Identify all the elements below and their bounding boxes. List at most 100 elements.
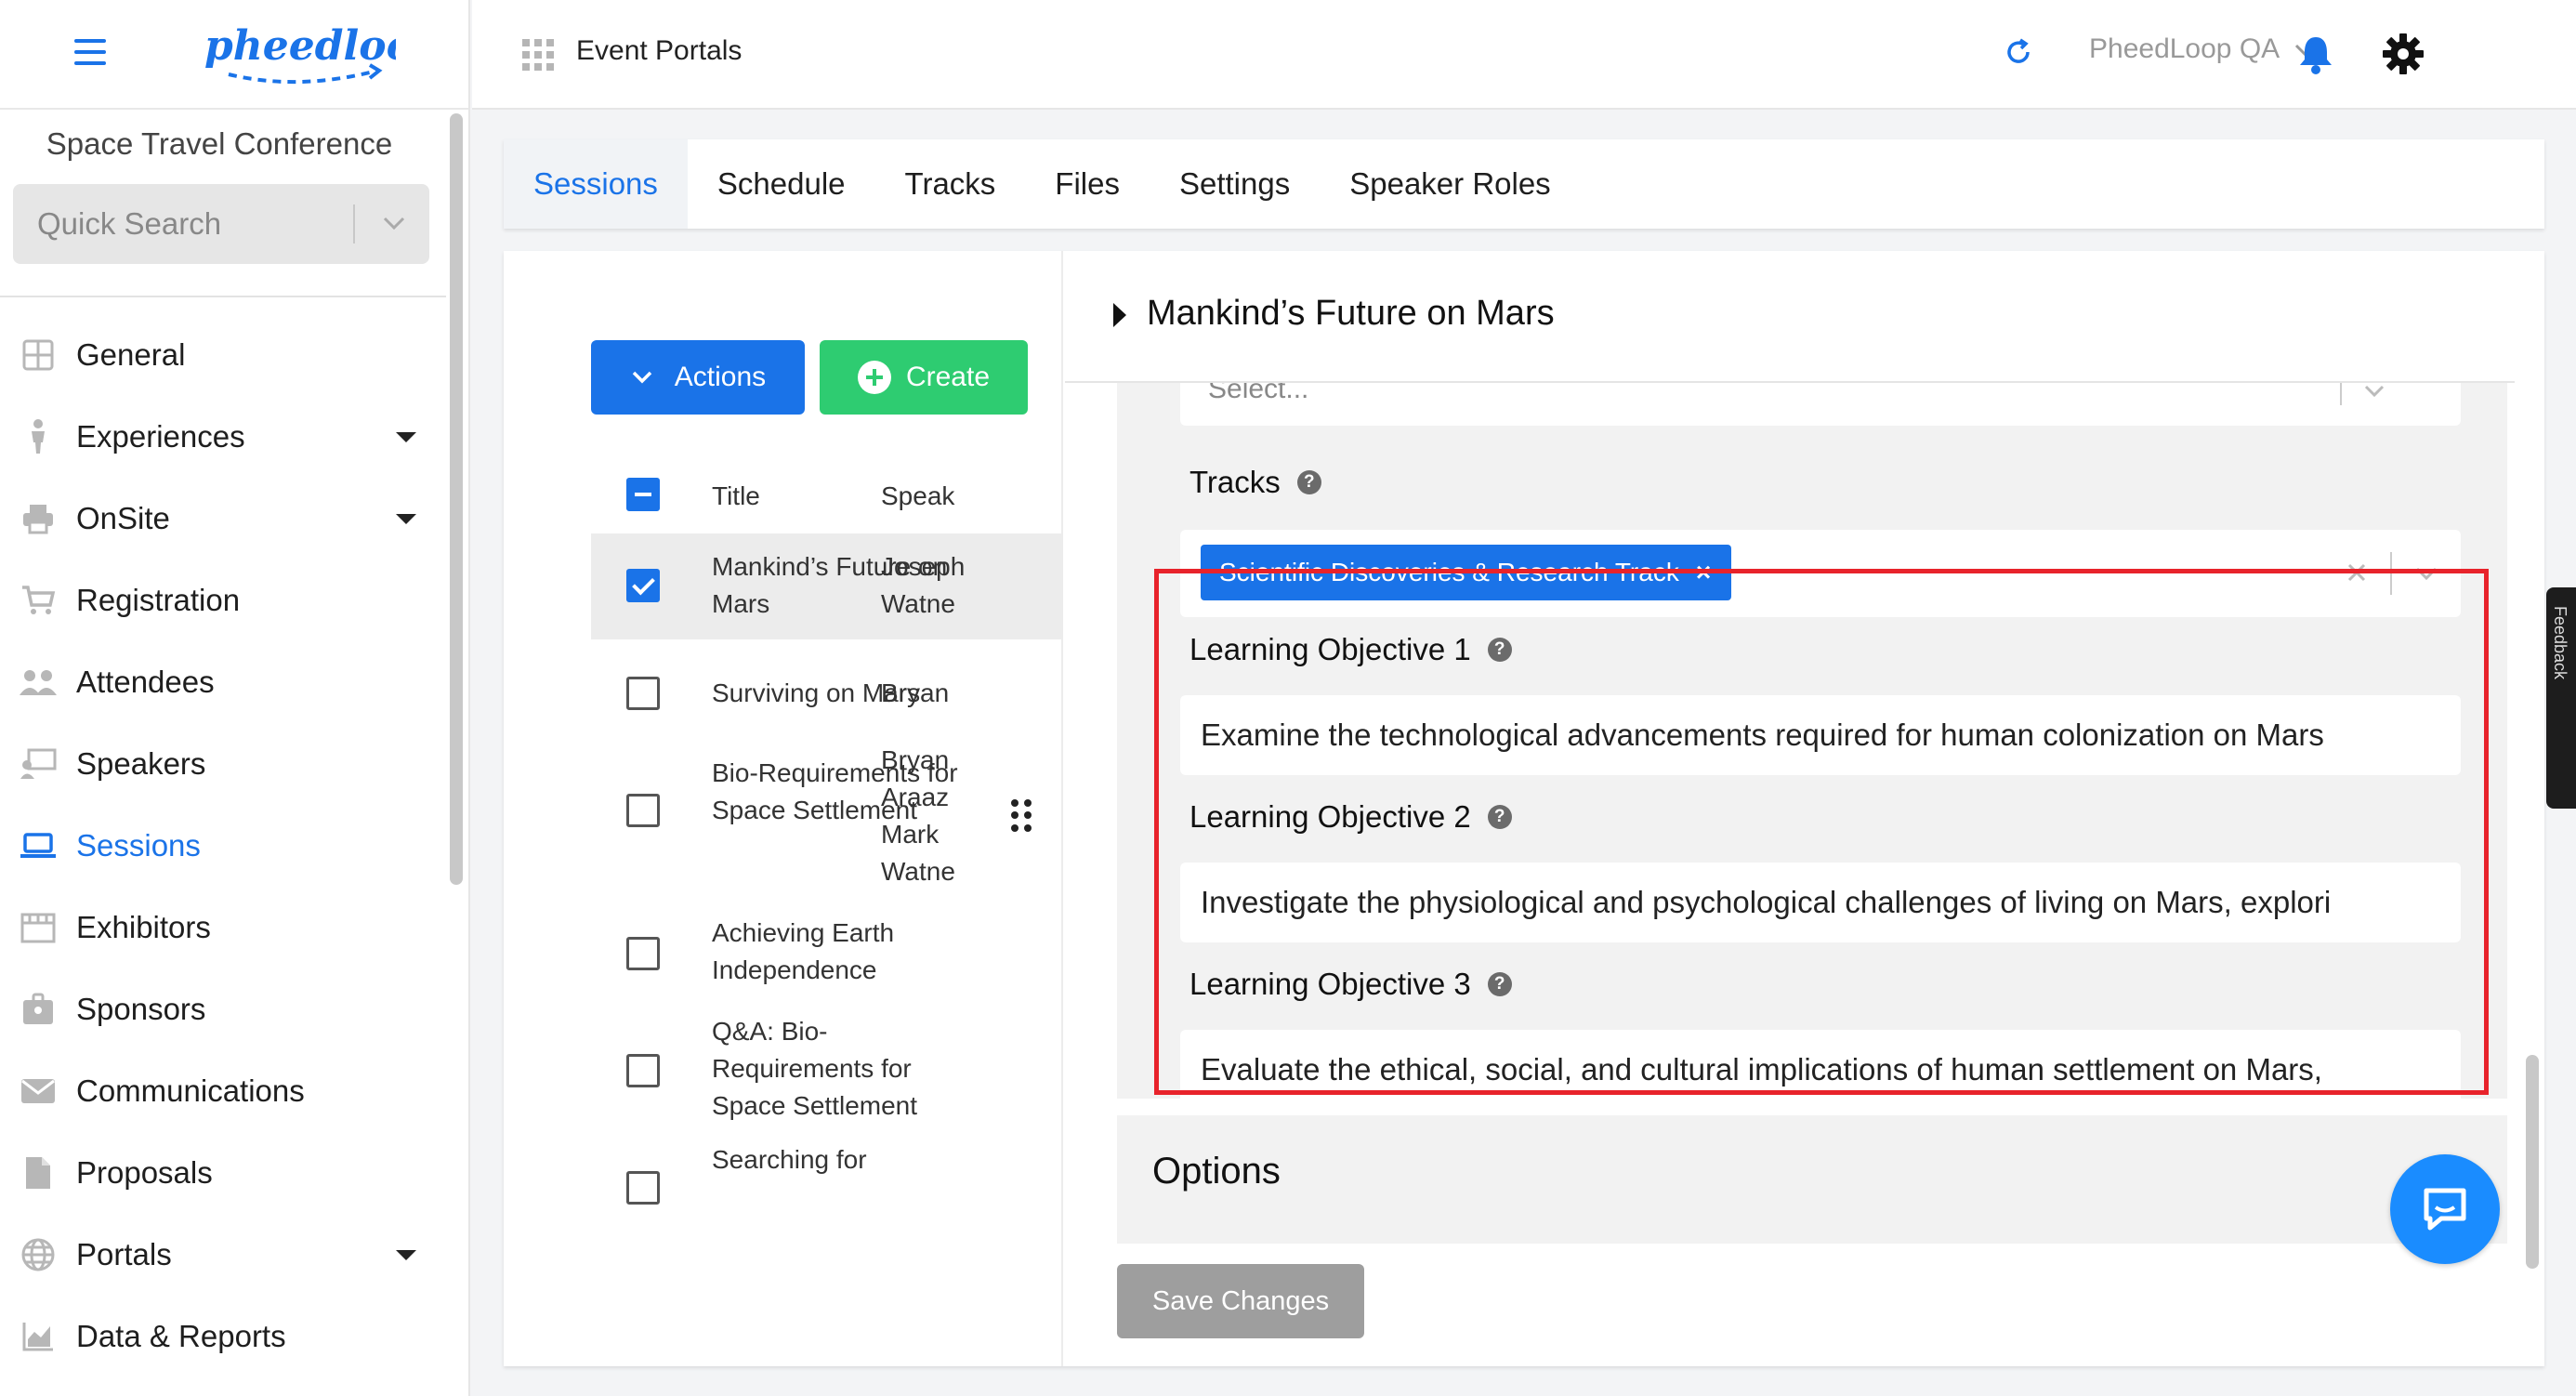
session-title[interactable]: Q&A: Bio-Requirements for Space Settleme… bbox=[712, 1013, 961, 1125]
sidebar-item-speakers[interactable]: Speakers bbox=[0, 723, 446, 805]
table-row[interactable]: Searching for bbox=[591, 1141, 1061, 1205]
row-checkbox[interactable] bbox=[626, 677, 660, 710]
people-icon bbox=[19, 663, 58, 702]
sidebar-item-portals[interactable]: Portals bbox=[0, 1214, 446, 1296]
tab-settings[interactable]: Settings bbox=[1150, 139, 1320, 229]
sidebar-item-sponsors[interactable]: Sponsors bbox=[0, 968, 446, 1050]
select-all-checkbox[interactable] bbox=[626, 478, 660, 511]
chart-icon bbox=[19, 1317, 58, 1356]
sidebar-nav: General Experiences OnSite Registration … bbox=[0, 314, 446, 1377]
sidebar-item-experiences[interactable]: Experiences bbox=[0, 396, 446, 478]
tab-schedule[interactable]: Schedule bbox=[688, 139, 875, 229]
sidebar-item-label: Exhibitors bbox=[76, 910, 211, 944]
row-checkbox[interactable] bbox=[626, 569, 660, 602]
table-row[interactable]: Q&A: Bio-Requirements for Space Settleme… bbox=[591, 1013, 1061, 1141]
sidebar-item-general[interactable]: General bbox=[0, 314, 446, 396]
sidebar-item-sessions[interactable]: Sessions bbox=[0, 805, 446, 887]
tab-speaker-roles[interactable]: Speaker Roles bbox=[1320, 139, 1580, 229]
table-row[interactable]: Achieving Earth Independence bbox=[591, 890, 1061, 1015]
sidebar-item-label: Portals bbox=[76, 1237, 172, 1271]
document-icon bbox=[19, 1153, 58, 1192]
session-speaker: Bryan Araaz Mark Watne bbox=[881, 745, 955, 886]
create-button[interactable]: Create bbox=[820, 340, 1028, 415]
sidebar-scrollbar[interactable] bbox=[450, 113, 463, 885]
portal-title[interactable]: Event Portals bbox=[576, 35, 742, 67]
row-checkbox[interactable] bbox=[626, 794, 660, 827]
session-title[interactable]: Searching for bbox=[712, 1141, 961, 1179]
pheedloop-logo[interactable]: pheedloop bbox=[201, 17, 396, 91]
select-dropdown[interactable]: Select... bbox=[1180, 374, 2461, 426]
sidebar-item-label: Attendees bbox=[76, 665, 215, 699]
tab-files[interactable]: Files bbox=[1025, 139, 1150, 229]
table-row[interactable]: Mankind’s Future on Mars Joseph Watne bbox=[591, 533, 1061, 639]
event-name: Space Travel Conference bbox=[46, 126, 393, 161]
table-row[interactable]: Bio-Requirements for Space Settlement Br… bbox=[591, 745, 1061, 890]
sidebar-item-label: OnSite bbox=[76, 501, 170, 535]
quick-search-separator bbox=[353, 204, 355, 244]
sidebar-item-label: Proposals bbox=[76, 1155, 213, 1190]
sidebar-item-attendees[interactable]: Attendees bbox=[0, 641, 446, 723]
column-header-speaker[interactable]: Speak bbox=[881, 481, 954, 511]
feedback-label: Feedback bbox=[2551, 606, 2569, 680]
sidebar-item-registration[interactable]: Registration bbox=[0, 560, 446, 641]
sidebar-item-exhibitors[interactable]: Exhibitors bbox=[0, 887, 446, 968]
tracks-label-text: Tracks bbox=[1189, 465, 1281, 499]
row-checkbox[interactable] bbox=[626, 937, 660, 970]
column-header-title[interactable]: Title bbox=[712, 481, 760, 511]
sidebar-item-label: Speakers bbox=[76, 746, 206, 781]
apps-grid-icon[interactable] bbox=[522, 39, 554, 71]
sidebar-item-label: Communications bbox=[76, 1073, 305, 1108]
row-checkbox[interactable] bbox=[626, 1054, 660, 1087]
table-header: Title Speak bbox=[591, 455, 1061, 533]
options-section[interactable]: Options bbox=[1117, 1115, 2507, 1244]
actions-label: Actions bbox=[674, 362, 767, 392]
drag-handle-icon[interactable] bbox=[1011, 799, 1037, 833]
caret-down-icon[interactable] bbox=[396, 513, 416, 524]
grid-icon bbox=[19, 336, 58, 375]
sidebar-item-label: Data & Reports bbox=[76, 1319, 286, 1353]
badge-icon bbox=[19, 990, 58, 1029]
session-title[interactable]: Achieving Earth Independence bbox=[712, 915, 961, 989]
session-speaker: Joseph Watne bbox=[881, 552, 965, 618]
gear-icon[interactable] bbox=[2381, 32, 2425, 76]
tab-tracks[interactable]: Tracks bbox=[875, 139, 1026, 229]
row-checkbox[interactable] bbox=[626, 1171, 660, 1205]
quick-search-input[interactable] bbox=[13, 184, 348, 264]
refresh-icon[interactable] bbox=[2002, 35, 2035, 69]
highlight-frame bbox=[1154, 569, 2489, 1095]
save-changes-button[interactable]: Save Changes bbox=[1117, 1264, 1364, 1338]
sidebar-item-proposals[interactable]: Proposals bbox=[0, 1132, 446, 1214]
session-speaker: Bryan bbox=[881, 678, 950, 707]
caret-down-icon[interactable] bbox=[396, 431, 416, 442]
feedback-tab[interactable]: Feedback bbox=[2546, 587, 2576, 809]
chat-button[interactable] bbox=[2390, 1154, 2500, 1264]
actions-button[interactable]: Actions bbox=[591, 340, 805, 415]
session-detail-header[interactable]: Mankind’s Future on Mars bbox=[1065, 251, 2515, 383]
sidebar-divider bbox=[0, 296, 446, 297]
sidebar-item-label: Sponsors bbox=[76, 992, 206, 1026]
chevron-down-icon[interactable] bbox=[377, 206, 411, 240]
sidebar-item-onsite[interactable]: OnSite bbox=[0, 478, 446, 560]
account-dropdown[interactable]: PheedLoop QA bbox=[2089, 33, 2317, 65]
person-icon bbox=[19, 417, 58, 456]
quick-search[interactable] bbox=[13, 184, 429, 264]
booth-icon bbox=[19, 908, 58, 947]
caret-right-icon[interactable] bbox=[1113, 303, 1126, 327]
sidebar-item-communications[interactable]: Communications bbox=[0, 1050, 446, 1132]
hamburger-menu-icon[interactable] bbox=[74, 39, 106, 65]
tab-sessions[interactable]: Sessions bbox=[504, 139, 688, 229]
detail-scrollbar[interactable] bbox=[2526, 1055, 2539, 1269]
create-label: Create bbox=[905, 362, 991, 392]
sidebar-item-label: Registration bbox=[76, 583, 241, 617]
globe-icon bbox=[19, 1235, 58, 1274]
sessions-table: Title Speak Mankind’s Future on Mars Jos… bbox=[591, 455, 1061, 1205]
sidebar-item-data-reports[interactable]: Data & Reports bbox=[0, 1296, 446, 1377]
table-row[interactable]: Surviving on Mars Bryan bbox=[591, 639, 1061, 745]
caret-down-icon[interactable] bbox=[396, 1249, 416, 1260]
help-icon[interactable]: ? bbox=[1296, 470, 1321, 494]
chevron-down-icon bbox=[632, 371, 652, 384]
sidebar-item-label: Experiences bbox=[76, 419, 245, 454]
bell-icon[interactable] bbox=[2293, 32, 2338, 76]
plus-circle-icon bbox=[857, 361, 891, 394]
tracks-label: Tracks ? bbox=[1189, 465, 1321, 500]
